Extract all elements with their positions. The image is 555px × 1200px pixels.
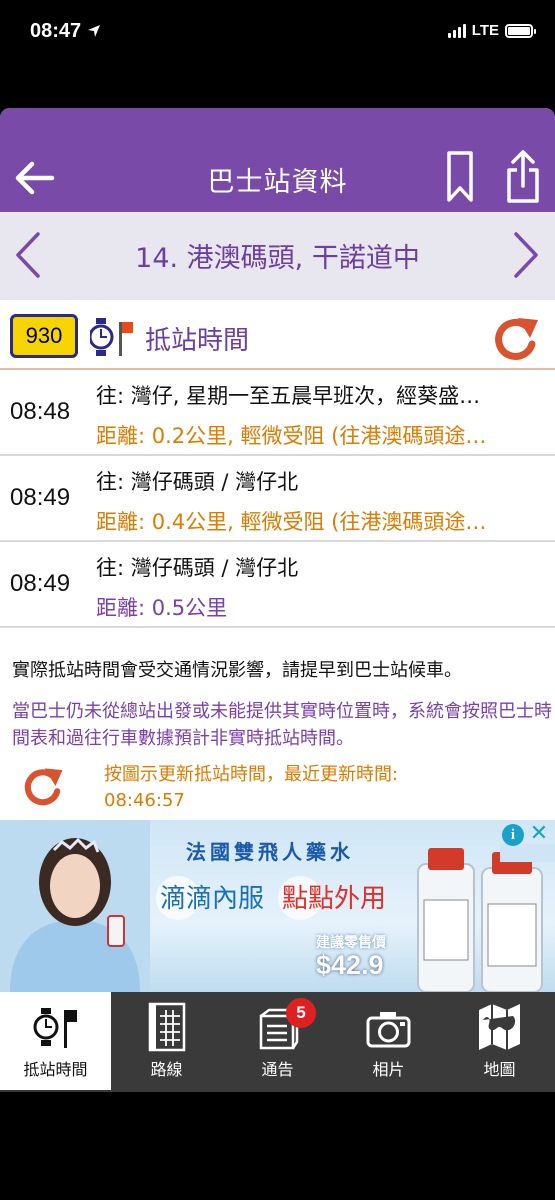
last-updated-note: 按圖示更新抵站時間，最近更新時間: 08:46:57 [104, 762, 544, 814]
route-grid-icon [148, 1002, 186, 1052]
bookmark-icon[interactable] [446, 150, 474, 204]
eta-time: 08:49 [10, 570, 71, 597]
refresh-icon[interactable] [492, 314, 542, 362]
eta-distance: 距離: 0.4公里, 輕微受阻 (往港澳碼頭途… [96, 510, 487, 534]
ad-price: $42.9 [316, 950, 384, 980]
ad-info-icon[interactable]: i [502, 824, 524, 846]
watch-flag-icon [33, 1008, 77, 1048]
stop-bar: 14. 港澳碼頭, 干諾道中 [0, 212, 555, 300]
eta-title: 抵站時間 [145, 326, 250, 356]
app-screen: 巴士站資料 14. 港澳碼頭, 干諾道中 930 抵站時間 08:48 往: 灣… [0, 108, 555, 1092]
eta-destination: 往: 灣仔碼頭 / 灣仔北 [96, 556, 299, 580]
ad-slogan: 滴滴內服 點點外用 [156, 876, 386, 920]
ad-price-label: 建議零售價 [316, 935, 386, 951]
tab-routes[interactable]: 路線 [111, 992, 222, 1090]
eta-destination: 往: 灣仔, 星期一至五晨早班次，經葵盛… [96, 384, 481, 408]
ad-headline: 法國雙飛人藥水 [186, 840, 354, 864]
signal-icon [447, 23, 466, 38]
tab-label: 相片 [372, 1060, 405, 1079]
eta-row[interactable]: 08:48 往: 灣仔, 星期一至五晨早班次，經葵盛… 距離: 0.2公里, 輕… [0, 370, 555, 456]
eta-row[interactable]: 08:49 往: 灣仔碼頭 / 灣仔北 距離: 0.4公里, 輕微受阻 (往港澳… [0, 456, 555, 542]
previous-stop-icon[interactable] [12, 230, 42, 280]
eta-distance: 距離: 0.5公里 [96, 596, 228, 620]
map-icon [479, 1004, 520, 1050]
header: 巴士站資料 [0, 108, 555, 212]
tab-map[interactable]: 地圖 [444, 992, 555, 1090]
stop-name: 14. 港澳碼頭, 干諾道中 [135, 243, 420, 274]
ad-banner[interactable]: 法國雙飛人藥水 滴滴內服 點點外用 建議零售價 $42.9 i ✕ [0, 820, 555, 992]
tab-label: 路線 [150, 1060, 183, 1079]
eta-row[interactable]: 08:49 往: 灣仔碼頭 / 灣仔北 距離: 0.5公里 [0, 542, 555, 628]
status-indicators: LTE [447, 22, 536, 39]
network-label: LTE [471, 22, 499, 39]
ad-close-icon[interactable]: ✕ [528, 822, 550, 846]
last-updated-time: 08:46:57 [104, 790, 185, 811]
refresh-instruction: 按圖示更新抵站時間，最近更新時間: [104, 764, 399, 785]
tab-photos[interactable]: 相片 [333, 992, 444, 1090]
tab-label: 地圖 [483, 1060, 516, 1079]
tab-bar: 抵站時間 路線 5 通告 相片 地圖 [0, 992, 555, 1092]
tab-label: 抵站時間 [23, 1060, 88, 1079]
ad-slogan-right: 點點外用 [282, 884, 386, 914]
traffic-note: 實際抵站時間會受交通情況影響，請提早到巴士站候車。 [12, 660, 462, 681]
refresh-icon[interactable] [22, 764, 66, 808]
battery-icon [505, 23, 536, 38]
status-time: 08:47 [30, 20, 101, 43]
notice-badge: 5 [286, 998, 316, 1028]
ad-product-image [417, 844, 555, 992]
eta-header: 930 抵站時間 [0, 300, 555, 370]
schedule-note: 當巴士仍未從總站出發或未能提供其實時位置時，系統會按照巴士時間表和過往行車數據預… [12, 701, 552, 749]
eta-distance: 距離: 0.2公里, 輕微受阻 (往港澳碼頭途… [96, 424, 487, 448]
camera-icon [366, 1012, 411, 1048]
next-stop-icon[interactable] [512, 230, 542, 280]
watch-flag-icon [90, 318, 133, 356]
location-arrow-icon [87, 25, 100, 37]
eta-time: 08:49 [10, 484, 71, 511]
eta-destination: 往: 灣仔碼頭 / 灣仔北 [96, 470, 299, 494]
ad-slogan-left: 滴滴內服 [160, 884, 264, 914]
tab-notices[interactable]: 5 通告 [222, 992, 333, 1090]
route-badge: 930 [10, 314, 78, 358]
tab-arrival-times[interactable]: 抵站時間 [0, 992, 111, 1090]
tab-label: 通告 [261, 1060, 294, 1079]
eta-time: 08:48 [10, 398, 71, 425]
ad-model-image [0, 820, 150, 992]
status-bar: 08:47 LTE [0, 0, 555, 70]
share-icon[interactable] [505, 148, 541, 204]
